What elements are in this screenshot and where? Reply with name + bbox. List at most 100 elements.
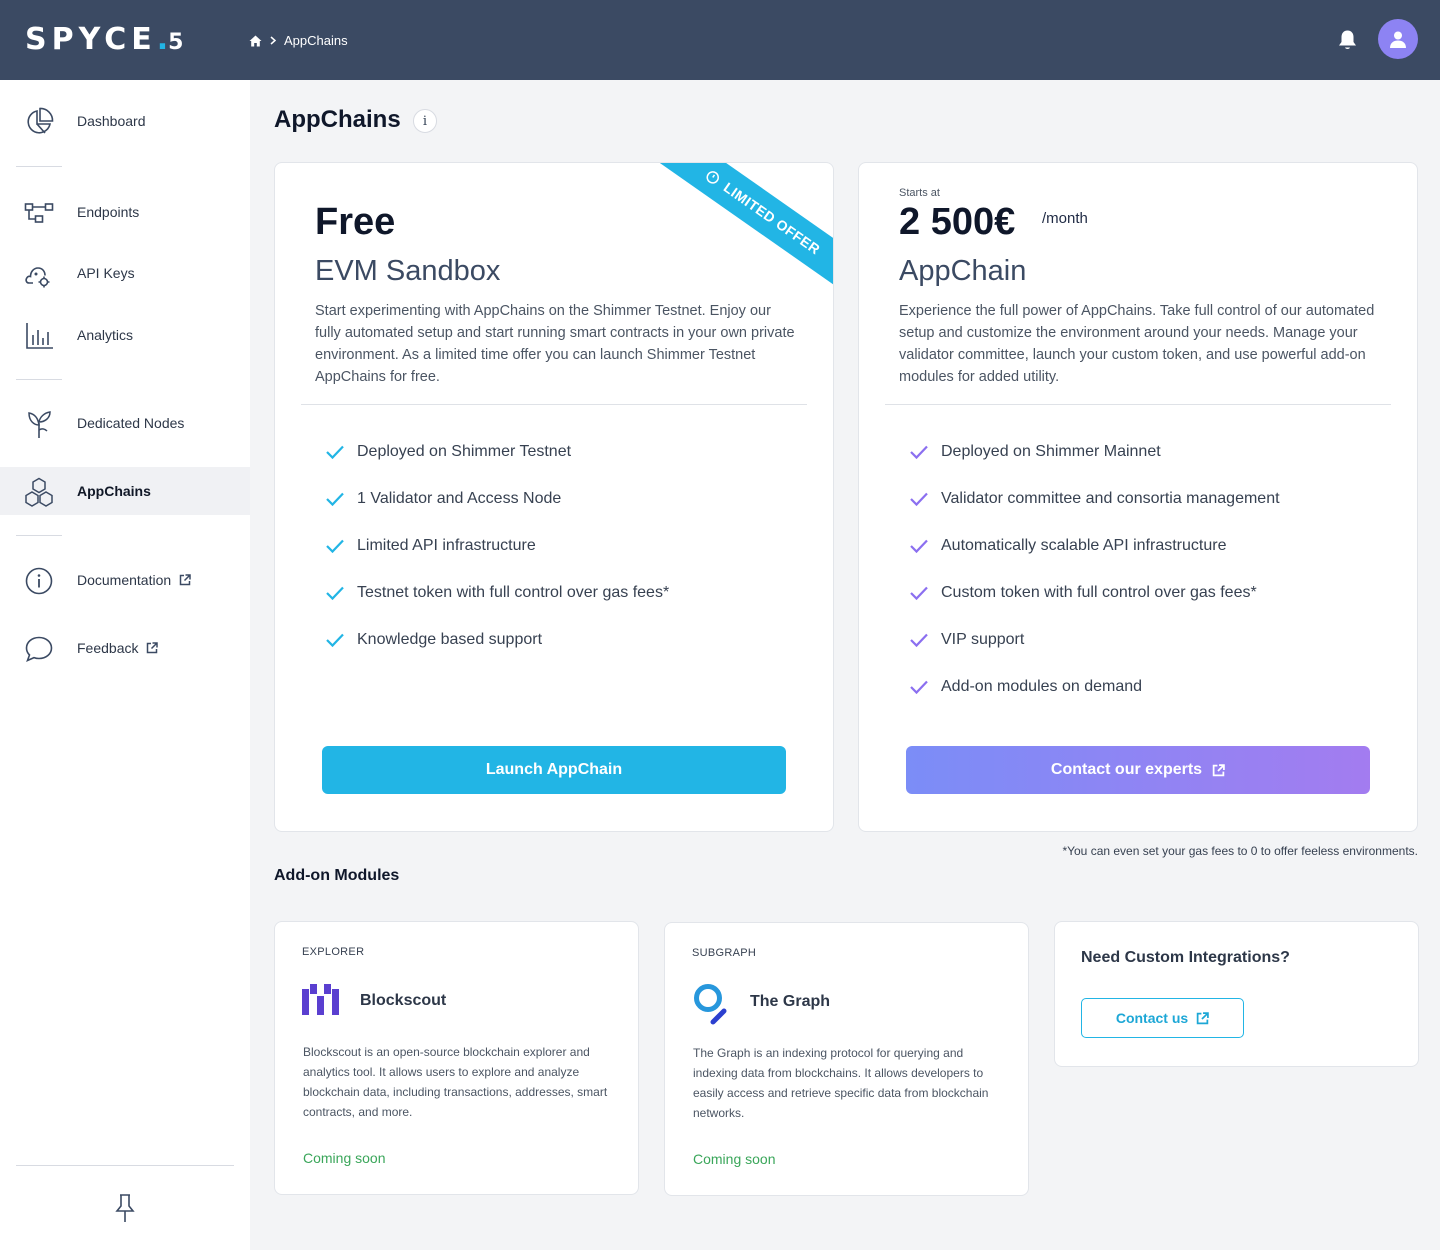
sidebar-item-label: Analytics (77, 327, 134, 343)
breadcrumb-current: AppChains (284, 33, 348, 48)
sidebar-item-dedicated-nodes[interactable]: Dedicated Nodes (0, 399, 250, 447)
plant-icon (28, 411, 51, 438)
feature-item: Add-on modules on demand (909, 678, 1142, 696)
cloud-gear-icon (25, 267, 50, 288)
check-icon (910, 633, 928, 648)
bell-icon[interactable] (1337, 29, 1358, 56)
check-icon (326, 445, 344, 460)
sidebar-item-label: Documentation (77, 572, 191, 588)
user-avatar[interactable] (1378, 19, 1418, 59)
sidebar-divider (16, 379, 62, 380)
timer-icon (706, 171, 720, 184)
bar-chart-icon (26, 323, 53, 349)
check-icon (326, 633, 344, 648)
plan-period: /month (1042, 210, 1088, 227)
sidebar-item-label: Dedicated Nodes (77, 415, 185, 431)
plan-name: AppChain (899, 255, 1027, 287)
custom-integrations-title: Need Custom Integrations? (1081, 949, 1290, 966)
feature-item: Custom token with full control over gas … (909, 584, 1257, 602)
page-title: AppChains (274, 106, 401, 133)
sidebar-divider (16, 166, 62, 167)
pin-icon[interactable] (113, 1193, 137, 1228)
blockscout-logo-icon (301, 982, 341, 1023)
feature-item: VIP support (909, 631, 1024, 649)
the-graph-logo-icon (691, 983, 731, 1032)
limited-offer-ribbon: LIMITED OFFER (629, 163, 833, 314)
plan-card-appchain: Starts at 2 500€ /month AppChain Experie… (858, 162, 1418, 832)
launch-appchain-button[interactable]: Launch AppChain (322, 746, 786, 794)
top-bar: SPYCE.5 AppChains (0, 0, 1440, 80)
hexagons-icon (25, 477, 53, 507)
user-icon (1390, 31, 1406, 48)
logo[interactable]: SPYCE.5 (25, 22, 183, 57)
external-link-icon (147, 642, 159, 654)
info-circle-icon (25, 567, 53, 595)
sidebar-item-feedback[interactable]: Feedback (0, 624, 250, 672)
external-link-icon (1196, 1011, 1209, 1024)
sidebar-divider (16, 535, 62, 536)
check-icon (910, 492, 928, 507)
sidebar-item-label: API Keys (77, 265, 135, 281)
plan-price: 2 500€ (899, 201, 1016, 243)
divider (885, 404, 1391, 405)
sidebar: Dashboard Endpoints API Keys Analytics D… (0, 80, 250, 1250)
info-icon[interactable]: i (413, 109, 437, 133)
feature-item: Validator committee and consortia manage… (909, 490, 1280, 508)
external-link-icon (179, 574, 191, 586)
sidebar-item-label: Feedback (77, 640, 159, 656)
sidebar-item-label: Dashboard (77, 113, 146, 129)
check-icon (910, 445, 928, 460)
module-status: Coming soon (693, 1151, 776, 1167)
module-category: EXPLORER (302, 946, 365, 958)
module-description: Blockscout is an open-source blockchain … (303, 1045, 608, 1119)
sidebar-item-api-keys[interactable]: API Keys (0, 249, 250, 297)
check-icon (910, 586, 928, 601)
feature-item: 1 Validator and Access Node (325, 490, 561, 508)
sidebar-item-analytics[interactable]: Analytics (0, 311, 250, 359)
check-icon (326, 586, 344, 601)
check-icon (326, 492, 344, 507)
sidebar-item-appchains[interactable]: AppChains (0, 467, 250, 515)
feature-item: Limited API infrastructure (325, 537, 536, 555)
feature-item: Knowledge based support (325, 631, 542, 649)
external-link-icon (1212, 763, 1225, 776)
module-description: The Graph is an indexing protocol for qu… (693, 1046, 989, 1120)
addon-card-the-graph: SUBGRAPH The Graph The Graph is an index… (664, 922, 1029, 1196)
custom-integrations-card: Need Custom Integrations? Contact us (1054, 921, 1419, 1067)
divider (301, 404, 807, 405)
check-icon (910, 680, 928, 695)
breadcrumb: AppChains (249, 33, 348, 48)
feature-item: Deployed on Shimmer Mainnet (909, 443, 1161, 461)
chat-bubble-icon (25, 636, 53, 662)
sidebar-item-endpoints[interactable]: Endpoints (0, 188, 250, 236)
module-name: The Graph (750, 993, 831, 1010)
pie-chart-icon (27, 107, 54, 134)
module-status: Coming soon (303, 1150, 386, 1166)
gas-fee-footnote: *You can even set your gas fees to 0 to … (1062, 844, 1418, 858)
feature-item: Automatically scalable API infrastructur… (909, 537, 1226, 555)
check-icon (910, 539, 928, 554)
plan-description: Experience the full power of AppChains. … (899, 303, 1375, 385)
plan-description: Start experimenting with AppChains on th… (315, 303, 795, 385)
feature-item: Testnet token with full control over gas… (325, 584, 669, 602)
plan-name: EVM Sandbox (315, 255, 501, 287)
module-category: SUBGRAPH (692, 947, 757, 959)
sidebar-item-documentation[interactable]: Documentation (0, 556, 250, 604)
addons-section-title: Add-on Modules (274, 867, 400, 884)
sidebar-divider (16, 1165, 234, 1166)
plan-price: Free (315, 201, 396, 243)
network-icon (24, 203, 54, 223)
sidebar-item-label: Endpoints (77, 204, 140, 220)
contact-us-button[interactable]: Contact us (1081, 998, 1244, 1038)
module-name: Blockscout (360, 992, 447, 1009)
check-icon (326, 539, 344, 554)
contact-experts-button[interactable]: Contact our experts (906, 746, 1370, 794)
feature-item: Deployed on Shimmer Testnet (325, 443, 571, 461)
home-icon[interactable] (249, 35, 262, 47)
starts-at-label: Starts at (899, 187, 940, 199)
sidebar-item-label: AppChains (77, 483, 151, 499)
plan-card-free: LIMITED OFFER Free EVM Sandbox Start exp… (274, 162, 834, 832)
chevron-right-icon (270, 36, 276, 45)
addon-card-blockscout: EXPLORER Blockscout Blockscout is an ope… (274, 921, 639, 1195)
sidebar-item-dashboard[interactable]: Dashboard (0, 97, 250, 145)
